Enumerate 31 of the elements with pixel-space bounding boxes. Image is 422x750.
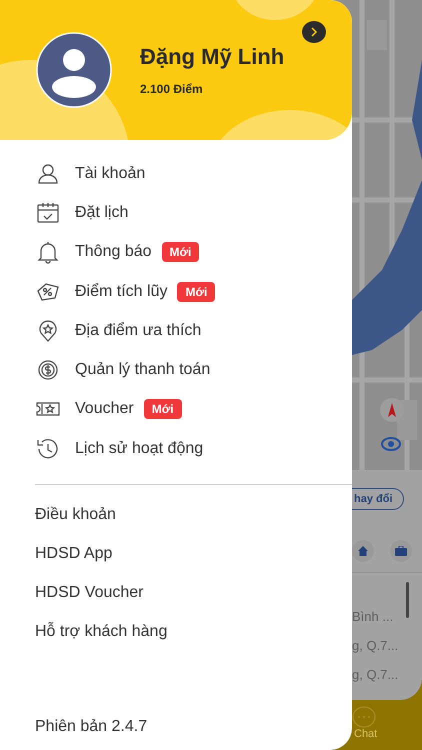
menu-item[interactable]: Lịch sử hoạt động: [75, 440, 204, 458]
new-badge: Mới: [177, 282, 216, 302]
briefcase-icon[interactable]: [390, 540, 412, 562]
menu-link[interactable]: HDSD Voucher: [35, 573, 352, 612]
menu-link[interactable]: Điều khoản: [35, 495, 352, 534]
place-text: Bình ...: [352, 609, 394, 624]
new-badge: Mới: [144, 399, 182, 420]
chevron-right-icon: [309, 26, 319, 38]
menu-link[interactable]: Hỗ trợ khách hàng: [35, 612, 352, 652]
menu-item[interactable]: Địa điểm ưa thích: [75, 322, 202, 340]
chat-label: Chat: [354, 728, 378, 740]
menu-link[interactable]: HDSD App: [35, 534, 352, 574]
user-name: Đặng Mỹ Linh: [140, 44, 284, 70]
change-button[interactable]: hay đổi: [352, 488, 404, 510]
next-button[interactable]: [302, 21, 326, 43]
place-text: g, Q.7...: [352, 638, 400, 653]
points-text: 2.100 Điểm: [140, 82, 204, 96]
menu-item[interactable]: Voucher: [75, 400, 134, 418]
menu-item[interactable]: Tài khoản: [75, 164, 146, 183]
place-text: g, Q.7...: [352, 667, 400, 682]
scrollbar: [406, 582, 409, 618]
new-badge: Mới: [162, 242, 200, 262]
menu-item[interactable]: Quản lý thanh toán: [75, 361, 210, 380]
version-text: Phiên bản 2.4.7: [35, 718, 148, 736]
eye-icon[interactable]: [381, 436, 401, 452]
bell-icon: [35, 240, 61, 264]
menu-item[interactable]: Điểm tích lũy: [75, 282, 168, 301]
calendar-icon: [35, 200, 61, 225]
menu-item[interactable]: Thông báo: [75, 243, 152, 262]
menu-item[interactable]: Đặt lịch: [75, 204, 128, 222]
home-icon[interactable]: [352, 540, 374, 562]
